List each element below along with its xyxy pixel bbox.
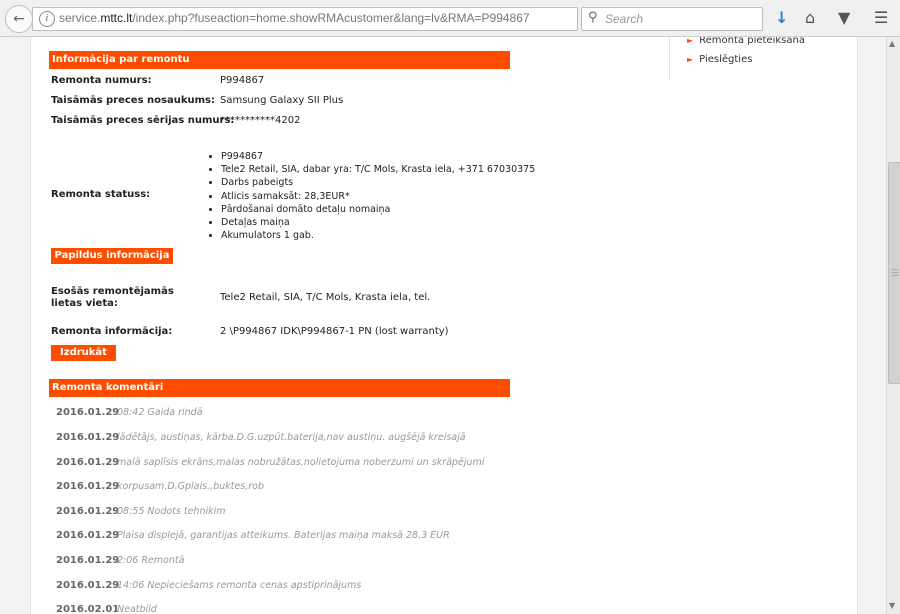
download-icon[interactable]: ↓ bbox=[775, 8, 788, 27]
page-viewport: ► Remonta pieteikšana ► Pieslēgties Inform… bbox=[0, 37, 886, 614]
comment-text: lādētājs, austiņas, kārba.D.G.uzpūt.bate… bbox=[117, 432, 466, 443]
more-info-button[interactable]: Papildus informācija bbox=[51, 248, 173, 264]
list-item: Darbs pabeigts bbox=[221, 176, 535, 189]
search-input[interactable]: ⚲ Search bbox=[581, 7, 763, 31]
status-list: P994867 Tele2 Retail, SIA, dabar yra: T/… bbox=[209, 150, 535, 242]
comment-date: 2016.01.29 bbox=[56, 481, 120, 492]
list-item: Akumulators 1 gab. bbox=[221, 229, 535, 242]
scroll-down-icon[interactable]: ▼ bbox=[889, 601, 895, 610]
back-button[interactable]: ← bbox=[5, 5, 33, 33]
comment-text: korpusam.D.Gplais.,buktes,rob bbox=[117, 481, 264, 492]
field-value: P994867 bbox=[220, 75, 265, 86]
comment-text: 2:06 Remontā bbox=[117, 555, 185, 566]
field-value: ***********4202 bbox=[220, 115, 301, 126]
list-item: Tele2 Retail, SIA, dabar yra: T/C Mols, … bbox=[221, 163, 535, 176]
search-icon: ⚲ bbox=[588, 10, 598, 25]
comment-date: 2016.01.29 bbox=[56, 555, 120, 566]
back-arrow-icon: ← bbox=[13, 11, 25, 27]
comment-text: malā saplīsis ekrāns,malas nobružātas,no… bbox=[117, 457, 485, 468]
list-item: Detaļas maiņa bbox=[221, 216, 535, 229]
url-text: service.mttc.lt/index.php?fuseaction=hom… bbox=[59, 11, 530, 25]
comments-header: Remonta komentāri bbox=[49, 379, 510, 397]
grip-icon: — — — bbox=[891, 265, 899, 280]
repair-info-value: 2 \P994867 IDK\P994867-1 PN (lost warran… bbox=[220, 326, 449, 337]
comment-text: Plaisa displejā, garantijas atteikums. B… bbox=[117, 530, 450, 541]
sidebar-link-repair-request[interactable]: ► Remonta pieteikšana bbox=[687, 37, 805, 46]
arrow-icon: ► bbox=[687, 55, 694, 64]
arrow-icon: ► bbox=[687, 37, 694, 45]
location-label: Esošās remontējamās lietas vieta: bbox=[51, 286, 174, 309]
comment-date: 2016.01.29 bbox=[56, 580, 120, 591]
page-content: ► Remonta pieteikšana ► Pieslēgties Inform… bbox=[30, 37, 858, 614]
vertical-scrollbar[interactable]: ▲ — — — ▼ bbox=[886, 37, 900, 614]
comment-text: Neatbild bbox=[117, 604, 157, 614]
site-info-icon[interactable]: i bbox=[39, 11, 55, 27]
comment-date: 2016.01.29 bbox=[56, 530, 120, 541]
sidebar-divider bbox=[669, 37, 670, 81]
home-icon[interactable]: ⌂ bbox=[805, 8, 815, 27]
address-bar[interactable]: i service.mttc.lt/index.php?fuseaction=h… bbox=[32, 7, 599, 31]
field-label: Taisāmās preces nosaukums: bbox=[51, 95, 215, 106]
repair-info-label: Remonta informācija: bbox=[51, 326, 173, 337]
browser-toolbar: ← i service.mttc.lt/index.php?fuseaction… bbox=[0, 0, 900, 37]
list-item: P994867 bbox=[221, 150, 535, 163]
sidebar-link-login[interactable]: ► Pieslēgties bbox=[687, 54, 752, 65]
location-value: Tele2 Retail, SIA, T/C Mols, Krasta iela… bbox=[220, 292, 431, 303]
comment-date: 2016.01.29 bbox=[56, 432, 120, 443]
field-value: Samsung Galaxy SII Plus bbox=[220, 95, 344, 106]
field-label: Taisāmās preces sērijas numurs: bbox=[51, 115, 235, 126]
scroll-up-icon[interactable]: ▲ bbox=[889, 39, 895, 48]
list-item: Atlicis samaksāt: 28,3EUR* bbox=[221, 190, 535, 203]
comment-text: 08:42 Gaida rindā bbox=[117, 407, 203, 418]
list-item: Pārdošanai domāto detaļu nomaiņa bbox=[221, 203, 535, 216]
comment-date: 2016.01.29 bbox=[56, 407, 120, 418]
repair-info-header: Informācija par remontu bbox=[49, 51, 510, 69]
search-placeholder: Search bbox=[605, 12, 644, 26]
pocket-icon[interactable]: ▼ bbox=[838, 8, 850, 27]
comment-date: 2016.01.29 bbox=[56, 506, 120, 517]
comment-date: 2016.02.01 bbox=[56, 604, 120, 614]
status-label: Remonta statuss: bbox=[51, 189, 151, 200]
comment-text: 08:55 Nodots tehnikim bbox=[117, 506, 226, 517]
scrollbar-thumb[interactable]: — — — bbox=[888, 162, 900, 384]
print-button[interactable]: Izdrukāt bbox=[51, 345, 116, 361]
comment-date: 2016.01.29 bbox=[56, 457, 120, 468]
comment-text: 14:06 Nepieciešams remonta cenas apstipr… bbox=[117, 580, 362, 591]
menu-icon[interactable]: ☰ bbox=[874, 8, 888, 27]
field-label: Remonta numurs: bbox=[51, 75, 152, 86]
